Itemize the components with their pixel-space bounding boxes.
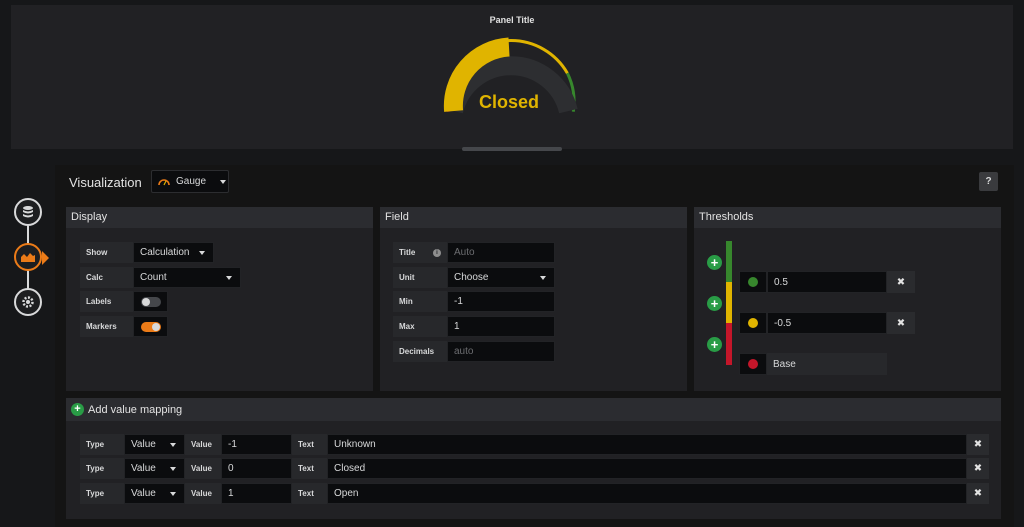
mapping-text-input[interactable]: Open [327, 483, 967, 504]
remove-mapping-button[interactable]: ✖ [967, 483, 989, 504]
mapping-text-input[interactable]: Closed [327, 458, 967, 479]
mapping-text-label: Text [292, 483, 327, 504]
mapping-value-input[interactable]: -1 [221, 434, 292, 455]
labels-label: Labels [80, 291, 133, 312]
add-threshold-button[interactable]: + [707, 296, 722, 311]
chevron-down-icon [540, 275, 546, 280]
threshold-bar-red [726, 323, 732, 365]
chevron-down-icon [199, 250, 205, 255]
mapping-type-value: Value [131, 463, 156, 474]
threshold-dot [748, 359, 758, 369]
mapping-text-label: Text [292, 434, 327, 455]
info-icon: i [433, 248, 441, 257]
chevron-down-icon [220, 179, 227, 184]
calc-select[interactable]: Count [133, 267, 241, 288]
threshold-bar-yellow [726, 282, 732, 323]
nav-queries[interactable] [14, 198, 42, 226]
mapping-type-select[interactable]: Value [124, 434, 185, 455]
threshold-value-input[interactable]: 0.5 [767, 271, 887, 293]
nav-visualization[interactable] [14, 243, 42, 271]
mapping-text-input[interactable]: Unknown [327, 434, 967, 455]
mapping-type-value: Value [131, 488, 156, 499]
chevron-down-icon [170, 491, 176, 496]
mapping-value-input[interactable]: 0 [221, 458, 292, 479]
markers-label: Markers [80, 316, 133, 337]
threshold-color-swatch[interactable] [739, 271, 767, 293]
add-mapping-icon: + [71, 403, 84, 416]
value-mappings-header[interactable]: + Add value mapping [66, 398, 1001, 421]
title-label: Title i [393, 242, 447, 263]
threshold-dot [748, 277, 758, 287]
nav-active-arrow [42, 251, 49, 265]
display-title: Display [66, 207, 373, 228]
min-input[interactable]: -1 [447, 291, 555, 312]
markers-toggle[interactable] [133, 316, 168, 337]
title-input[interactable]: Auto [447, 242, 555, 263]
mapping-text-label: Text [292, 458, 327, 479]
unit-value: Choose [454, 272, 489, 283]
remove-threshold-button[interactable]: ✖ [887, 312, 915, 334]
gear-icon [22, 296, 34, 308]
calc-value: Count [140, 272, 167, 283]
resize-handle[interactable] [462, 147, 562, 151]
decimals-label: Decimals [393, 341, 447, 362]
labels-toggle-track [140, 296, 161, 307]
help-button[interactable]: ? [979, 172, 998, 191]
mapping-type-value: Value [131, 439, 156, 450]
mapping-type-label: Type [80, 434, 124, 455]
threshold-color-swatch[interactable] [739, 312, 767, 334]
add-value-mapping-label: Add value mapping [88, 403, 183, 416]
gauge-value-text: Closed [479, 92, 539, 112]
chart-icon [21, 253, 35, 262]
decimals-input[interactable]: auto [447, 341, 555, 362]
mapping-type-select[interactable]: Value [124, 483, 185, 504]
markers-toggle-track [140, 321, 161, 332]
visualization-value: Gauge [176, 176, 207, 187]
mapping-type-select[interactable]: Value [124, 458, 185, 479]
add-threshold-button[interactable]: + [707, 255, 722, 270]
panel-title[interactable]: Panel Title [11, 15, 1013, 25]
database-icon [23, 206, 33, 218]
unit-select[interactable]: Choose [447, 267, 555, 288]
show-select[interactable]: Calculation [133, 242, 214, 263]
nav-general[interactable] [14, 288, 42, 316]
labels-toggle[interactable] [133, 291, 168, 312]
show-value: Calculation [140, 247, 190, 258]
chevron-down-icon [226, 275, 232, 280]
mapping-type-label: Type [80, 483, 124, 504]
unit-label: Unit [393, 267, 447, 288]
mapping-value-label: Value [185, 458, 221, 479]
mapping-value-label: Value [185, 434, 221, 455]
threshold-dot [748, 318, 758, 328]
mapping-type-label: Type [80, 458, 124, 479]
visualization-label: Visualization [69, 175, 142, 190]
min-label: Min [393, 291, 447, 312]
remove-mapping-button[interactable]: ✖ [967, 458, 989, 479]
chevron-down-icon [170, 466, 176, 471]
remove-mapping-button[interactable]: ✖ [967, 434, 989, 455]
threshold-color-swatch[interactable] [739, 353, 767, 375]
threshold-value-input[interactable]: -0.5 [767, 312, 887, 334]
chevron-down-icon [170, 442, 176, 447]
visualization-picker[interactable]: Gauge [151, 170, 229, 193]
mapping-value-label: Value [185, 483, 221, 504]
max-input[interactable]: 1 [447, 316, 555, 337]
field-title: Field [380, 207, 687, 228]
calc-label: Calc [80, 267, 133, 288]
gauge-icon [158, 179, 170, 186]
threshold-base-label: Base [767, 353, 887, 375]
gauge: Closed [443, 37, 578, 114]
max-label: Max [393, 316, 447, 337]
threshold-bar-green [726, 241, 732, 282]
add-threshold-button[interactable]: + [707, 337, 722, 352]
show-label: Show [80, 242, 133, 263]
mapping-value-input[interactable]: 1 [221, 483, 292, 504]
thresholds-title: Thresholds [694, 207, 1001, 228]
remove-threshold-button[interactable]: ✖ [887, 271, 915, 293]
